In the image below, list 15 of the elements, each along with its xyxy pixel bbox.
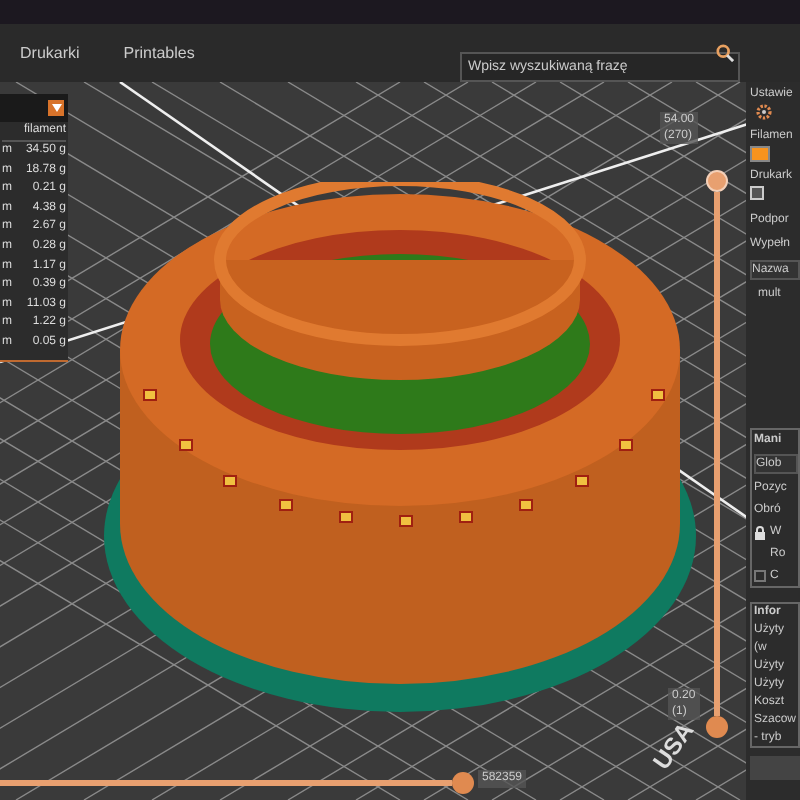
slider-top-thumb[interactable] <box>706 170 728 192</box>
move-slider-thumb[interactable] <box>452 772 474 794</box>
filament-color-swatch[interactable] <box>750 146 770 162</box>
checkbox[interactable] <box>754 570 766 582</box>
move-slider-track[interactable] <box>0 780 452 786</box>
tab[interactable]: Printables <box>123 41 195 65</box>
dropdown-button[interactable] <box>48 100 64 116</box>
tab[interactable]: Drukarki <box>20 41 80 65</box>
printer-icon[interactable] <box>750 186 764 200</box>
gear-icon[interactable] <box>756 104 772 120</box>
lock-icon[interactable] <box>754 525 766 539</box>
search-icon[interactable] <box>716 44 734 62</box>
caret-icon <box>51 104 61 112</box>
slider-bottom-thumb[interactable] <box>706 716 728 738</box>
layer-slider-track[interactable] <box>714 192 720 716</box>
